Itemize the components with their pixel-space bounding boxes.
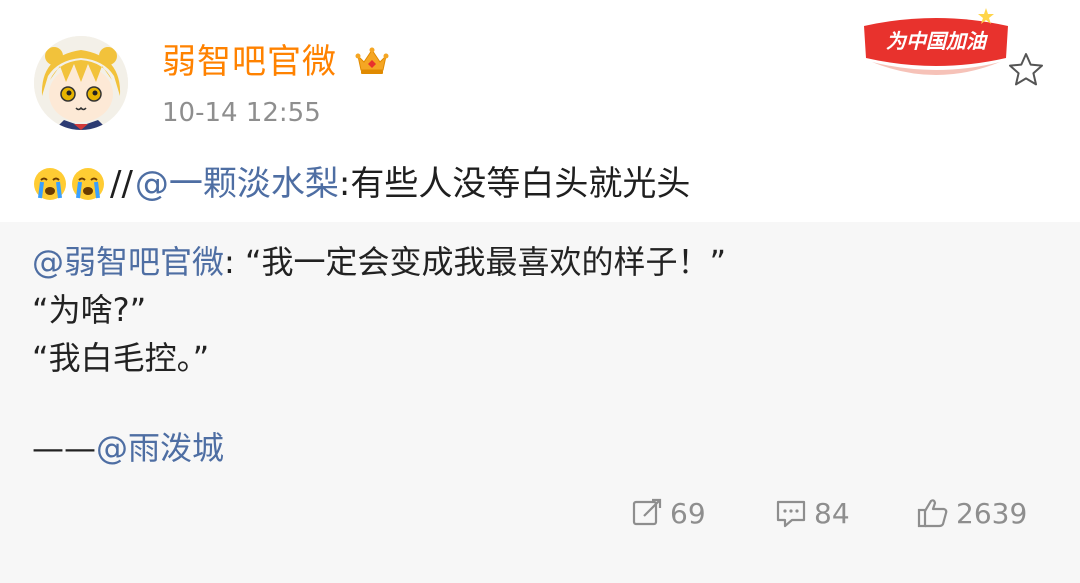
promo-label: 为中国加油 <box>886 29 989 53</box>
thumbs-up-icon <box>917 499 948 528</box>
like-button[interactable]: 2639 <box>916 496 1027 530</box>
repost-button[interactable]: 69 <box>630 496 706 530</box>
crying-emoji-icon <box>70 166 106 202</box>
original-line-1: @弱智吧官微: “我一定会变成我最喜欢的样子！” <box>32 240 726 284</box>
repost-icon <box>632 498 662 526</box>
comment-icon <box>776 500 806 528</box>
original-line-3: “我白毛控。” <box>32 339 210 377</box>
author-name[interactable]: 弱智吧官微 <box>162 40 337 84</box>
original-signature: ——@雨泼城 <box>32 426 224 470</box>
repost-separator: // <box>110 164 133 204</box>
like-count: 2639 <box>956 496 1028 530</box>
repost-count: 69 <box>670 496 706 530</box>
promo-badge[interactable]: 为中国加油 <box>856 2 1016 90</box>
original-post[interactable]: @弱智吧官微: “我一定会变成我最喜欢的样子！” “为啥?” “我白毛控。” —… <box>0 222 1080 583</box>
original-author-link[interactable]: @弱智吧官微 <box>32 243 224 281</box>
repost-body: :有些人没等白头就光头 <box>338 164 691 204</box>
repost-text: //@一颗淡水梨:有些人没等白头就光头 <box>32 162 690 206</box>
comment-count: 84 <box>814 496 850 530</box>
crying-emoji-icon <box>32 166 68 202</box>
avatar[interactable] <box>34 36 128 130</box>
repost-mention-link[interactable]: @一颗淡水梨 <box>135 162 339 206</box>
comment-button[interactable]: 84 <box>774 496 850 530</box>
crown-badge-icon <box>354 44 390 80</box>
signature-mention-link[interactable]: @雨泼城 <box>96 429 224 467</box>
post-timestamp: 10-14 12:55 <box>162 98 321 128</box>
original-line-2: “为啥?” <box>32 291 147 329</box>
post-header-area: 弱智吧官微 10-14 12:55 为中国加油 //@一颗淡水梨:有些人没等白… <box>0 0 1080 222</box>
original-line-1-text: : “我一定会变成我最喜欢的样子！” <box>224 243 727 281</box>
star-icon[interactable] <box>1006 50 1046 90</box>
signature-dash: —— <box>32 429 96 467</box>
